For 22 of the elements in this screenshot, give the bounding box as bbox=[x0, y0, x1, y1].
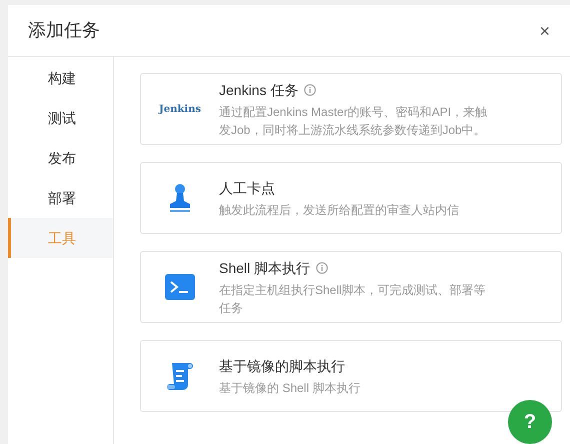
sidebar-item[interactable]: 构建 bbox=[8, 58, 113, 98]
terminal-icon bbox=[165, 274, 195, 300]
task-card[interactable]: 人工卡点 触发此流程后，发送所给配置的审查人站内信 bbox=[140, 162, 562, 234]
stamp-icon bbox=[169, 183, 191, 213]
task-description: 基于镜像的 Shell 脚本执行 bbox=[219, 380, 360, 396]
task-description: 在指定主机组执行Shell脚本，可完成测试、部署等任务 bbox=[219, 282, 487, 316]
jenkins-logo: Jenkins bbox=[159, 102, 201, 116]
sidebar-item[interactable]: 测试 bbox=[8, 98, 113, 138]
task-card[interactable]: Shell 脚本执行 在指定主机组执行Shell脚本，可完成测试、部署等任务 bbox=[140, 251, 562, 323]
task-title: Jenkins 任务 bbox=[219, 80, 298, 100]
close-button[interactable]: × bbox=[539, 22, 550, 40]
dialog-title: 添加任务 bbox=[28, 19, 100, 42]
task-description: 触发此流程后，发送所给配置的审查人站内信 bbox=[219, 202, 459, 218]
task-title: Shell 脚本执行 bbox=[219, 258, 310, 278]
task-title: 基于镜像的脚本执行 bbox=[219, 356, 345, 376]
task-title: 人工卡点 bbox=[219, 178, 275, 198]
scroll-icon bbox=[166, 361, 194, 391]
sidebar-item[interactable]: 部署 bbox=[8, 178, 113, 218]
task-card[interactable]: Jenkins Jenkins 任务 通过配置Jenkins Master的账号、密码和API，来触发Job，同时将上游流水线系统参数传递到Job中。 bbox=[140, 73, 562, 145]
task-description: 通过配置Jenkins Master的账号、密码和API，来触发Job，同时将上游流水线系统参数传递到Job中。 bbox=[219, 104, 488, 138]
sidebar-item[interactable]: 发布 bbox=[8, 138, 113, 178]
task-card[interactable]: 基于镜像的脚本执行 基于镜像的 Shell 脚本执行 bbox=[140, 340, 562, 412]
